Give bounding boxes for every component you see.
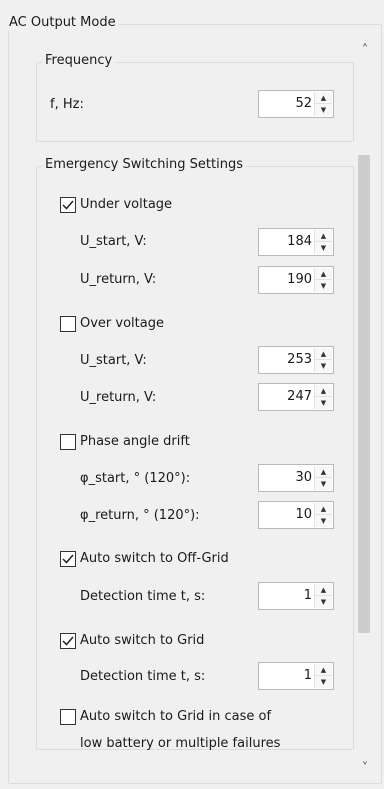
spin-up-icon[interactable]: ▲ [315, 503, 332, 515]
frequency-stepper[interactable]: 52 ▲ ▼ [258, 90, 334, 118]
auto-grid-detection-stepper[interactable]: 1 ▲ ▼ [258, 662, 334, 690]
under-voltage-label[interactable]: Under voltage [80, 196, 172, 214]
over-voltage-u-start-stepper[interactable]: 253 ▲ ▼ [258, 346, 334, 374]
auto-grid-label[interactable]: Auto switch to Grid [80, 632, 204, 650]
spin-down-icon[interactable]: ▼ [315, 104, 332, 116]
over-voltage-u-start-label: U_start, V: [80, 353, 147, 368]
phase-angle-drift-checkbox[interactable] [60, 434, 76, 450]
spin-up-icon[interactable]: ▲ [315, 268, 332, 280]
ac-output-mode-title: AC Output Mode [6, 15, 119, 31]
spin-up-icon[interactable]: ▲ [315, 92, 332, 104]
emergency-switching-title: Emergency Switching Settings [42, 157, 246, 173]
spin-up-icon[interactable]: ▲ [315, 385, 332, 397]
under-voltage-checkbox[interactable] [60, 197, 76, 213]
spin-down-icon[interactable]: ▼ [315, 280, 332, 292]
auto-off-grid-label[interactable]: Auto switch to Off-Grid [80, 550, 229, 568]
phase-return-value: 10 [295, 507, 312, 522]
spin-up-icon[interactable]: ▲ [315, 584, 332, 596]
under-voltage-u-start-value: 184 [287, 234, 312, 249]
auto-off-grid-detection-stepper[interactable]: 1 ▲ ▼ [258, 582, 334, 610]
phase-angle-drift-label[interactable]: Phase angle drift [80, 433, 190, 451]
under-voltage-u-return-stepper[interactable]: 190 ▲ ▼ [258, 266, 334, 294]
auto-grid-low-battery-label-line1[interactable]: Auto switch to Grid in case of [80, 708, 271, 726]
spin-up-icon[interactable]: ▲ [315, 664, 332, 676]
under-voltage-u-start-stepper[interactable]: 184 ▲ ▼ [258, 228, 334, 256]
over-voltage-u-return-value: 247 [287, 389, 312, 404]
auto-grid-low-battery-checkbox[interactable] [60, 709, 76, 725]
under-voltage-u-start-label: U_start, V: [80, 234, 147, 249]
auto-off-grid-detection-value: 1 [303, 588, 312, 603]
frequency-label: f, Hz: [50, 97, 84, 112]
frequency-title: Frequency [42, 53, 116, 69]
auto-off-grid-detection-label: Detection time t, s: [80, 589, 206, 604]
spin-up-icon[interactable]: ▲ [315, 348, 332, 360]
auto-grid-low-battery-label-line2[interactable]: low battery or multiple failures [80, 735, 280, 753]
frequency-value: 52 [295, 96, 312, 111]
spin-down-icon[interactable]: ▼ [315, 676, 332, 688]
auto-off-grid-checkbox[interactable] [60, 551, 76, 567]
over-voltage-label[interactable]: Over voltage [80, 315, 164, 333]
phase-return-stepper[interactable]: 10 ▲ ▼ [258, 501, 334, 529]
scrollbar-thumb[interactable] [358, 155, 370, 633]
spin-up-icon[interactable]: ▲ [315, 466, 332, 478]
phase-return-label: φ_return, ° (120°): [80, 508, 200, 523]
spin-down-icon[interactable]: ▼ [315, 397, 332, 409]
phase-start-stepper[interactable]: 30 ▲ ▼ [258, 464, 334, 492]
checkmark-icon [62, 554, 74, 564]
spin-up-icon[interactable]: ▲ [315, 230, 332, 242]
phase-start-value: 30 [295, 470, 312, 485]
spin-down-icon[interactable]: ▼ [315, 360, 332, 372]
over-voltage-u-return-label: U_return, V: [80, 390, 157, 405]
scroll-down-icon[interactable]: ˅ [356, 760, 374, 778]
auto-grid-detection-value: 1 [303, 668, 312, 683]
under-voltage-u-return-value: 190 [287, 272, 312, 287]
over-voltage-checkbox[interactable] [60, 316, 76, 332]
spin-down-icon[interactable]: ▼ [315, 478, 332, 490]
under-voltage-u-return-label: U_return, V: [80, 272, 157, 287]
scroll-up-icon[interactable]: ˄ [356, 42, 374, 60]
spin-down-icon[interactable]: ▼ [315, 596, 332, 608]
spin-down-icon[interactable]: ▼ [315, 515, 332, 527]
checkmark-icon [62, 200, 74, 210]
auto-grid-checkbox[interactable] [60, 633, 76, 649]
over-voltage-u-return-stepper[interactable]: 247 ▲ ▼ [258, 383, 334, 411]
phase-start-label: φ_start, ° (120°): [80, 471, 191, 486]
auto-grid-detection-label: Detection time t, s: [80, 669, 206, 684]
over-voltage-u-start-value: 253 [287, 352, 312, 367]
spin-down-icon[interactable]: ▼ [315, 242, 332, 254]
checkmark-icon [62, 636, 74, 646]
